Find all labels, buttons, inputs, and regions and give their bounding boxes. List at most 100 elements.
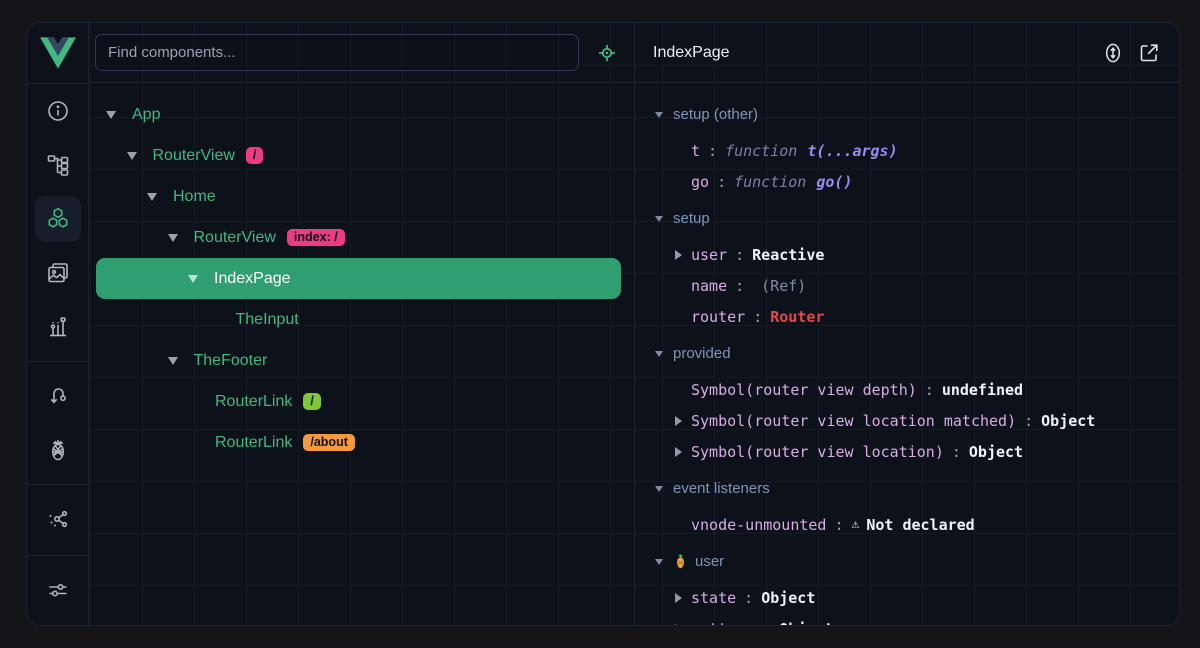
sidebar-item-graph[interactable] (27, 492, 88, 546)
content-body: App RouterView / Home RouterView index: … (89, 83, 1179, 625)
colon: : (735, 246, 744, 264)
collapse-icon[interactable] (127, 152, 137, 160)
settings-sliders-icon (46, 578, 70, 602)
warning-icon: ⚠ (852, 517, 860, 532)
function-signature: go() (816, 173, 852, 191)
levels-icon (46, 315, 70, 339)
tree-row-thefooter[interactable]: TheFooter (89, 340, 634, 381)
expand-icon[interactable] (675, 593, 682, 603)
state-row-symbol-depth[interactable]: Symbol(router view depth) : undefined (635, 374, 1179, 405)
route-badge: index: / (287, 229, 345, 247)
tree-row-routerview[interactable]: RouterView / (89, 135, 634, 176)
tree-row-app[interactable]: App (89, 94, 634, 135)
state-row-vnode-unmounted[interactable]: vnode-unmounted : ⚠ Not declared (635, 509, 1179, 540)
colon: : (952, 443, 961, 461)
external-link-icon (1137, 41, 1161, 65)
collapse-icon[interactable] (655, 216, 663, 222)
devtools-window: IndexPage (26, 22, 1180, 626)
select-component-button[interactable] (596, 42, 618, 64)
collapse-icon[interactable] (168, 234, 178, 242)
target-crosshair-icon (596, 42, 618, 64)
sidebar-item-router[interactable] (27, 369, 88, 423)
state-row-t[interactable]: t : function t(...args) (635, 135, 1179, 166)
expand-icon[interactable] (675, 624, 682, 626)
tree-row-theinput[interactable]: TheInput (89, 299, 634, 340)
tree-row-home[interactable]: Home (89, 176, 634, 217)
collapse-icon[interactable] (147, 193, 157, 201)
state-row-user[interactable]: user : Reactive (635, 239, 1179, 270)
state-row-symbol-location[interactable]: Symbol(router view location) : Object (635, 436, 1179, 467)
colon: : (708, 142, 717, 160)
section-title: provided (673, 345, 731, 362)
components-hexagons-icon (46, 207, 70, 231)
sidebar-item-info[interactable] (27, 84, 88, 138)
search-box[interactable] (95, 34, 579, 71)
collapse-icon[interactable] (106, 111, 116, 119)
state-row-state[interactable]: state : Object (635, 582, 1179, 613)
component-name: RouterView (153, 147, 235, 165)
route-badge: /about (303, 434, 355, 452)
collapse-icon[interactable] (655, 112, 663, 118)
collapse-icon[interactable] (188, 275, 198, 283)
colon: : (744, 589, 753, 607)
sidebar-item-components[interactable] (27, 192, 88, 246)
tree-row-routerview-index[interactable]: RouterView index: / (89, 217, 634, 258)
sidebar-item-pinia[interactable] (27, 423, 88, 477)
state-row-go[interactable]: go : function go() (635, 166, 1179, 197)
open-in-editor-button[interactable] (1137, 41, 1161, 65)
colon: : (925, 381, 934, 399)
function-keyword: function (734, 173, 806, 191)
state-key: user (691, 246, 727, 264)
section-title: event listeners (673, 480, 770, 497)
state-row-name[interactable]: name : (Ref) (635, 270, 1179, 301)
section-title: setup (673, 210, 710, 227)
state-value: Object (761, 589, 815, 607)
sidebar-item-settings[interactable] (27, 563, 88, 617)
pinia-store-icon (673, 554, 688, 569)
sidebar-item-assets[interactable] (27, 300, 88, 354)
state-row-getters[interactable]: getters : Object (635, 613, 1179, 625)
router-hook-icon (46, 384, 70, 408)
state-value: Router (770, 308, 824, 326)
section-provided[interactable]: provided (635, 338, 1179, 369)
state-key: t (691, 142, 700, 160)
sidebar-divider (27, 361, 88, 362)
sidebar-item-component-tree[interactable] (27, 138, 88, 192)
vue-logo-icon (40, 37, 76, 69)
state-key: Symbol(router view location) (691, 443, 944, 461)
collapse-icon[interactable] (655, 486, 663, 492)
search-input[interactable] (108, 44, 566, 61)
section-setup[interactable]: setup (635, 203, 1179, 234)
top-bar: IndexPage (89, 23, 1179, 83)
pinia-pineapple-icon (46, 438, 70, 462)
state-key: Symbol(router view depth) (691, 381, 917, 399)
graph-nodes-icon (46, 507, 70, 531)
expand-icon[interactable] (675, 447, 682, 457)
state-row-router[interactable]: router : Router (635, 301, 1179, 332)
section-setup-other[interactable]: setup (other) (635, 99, 1179, 130)
expand-icon[interactable] (675, 250, 682, 260)
tree-row-indexpage-selected[interactable]: IndexPage (96, 258, 621, 299)
state-value: undefined (942, 381, 1023, 399)
section-event-listeners[interactable]: event listeners (635, 473, 1179, 504)
section-user-store[interactable]: user (635, 546, 1179, 577)
state-key: state (691, 589, 736, 607)
tree-row-routerlink-about[interactable]: RouterLink /about (89, 422, 634, 463)
collapse-icon[interactable] (168, 357, 178, 365)
search-area (89, 23, 634, 82)
colon: : (717, 173, 726, 191)
images-icon (46, 261, 70, 285)
tree-icon (46, 153, 70, 177)
tree-row-routerlink-home[interactable]: RouterLink / (89, 381, 634, 422)
scroll-to-component-button[interactable] (1101, 41, 1125, 65)
state-key: router (691, 308, 745, 326)
collapse-icon[interactable] (655, 351, 663, 357)
state-row-symbol-matched[interactable]: Symbol(router view location matched) : O… (635, 405, 1179, 436)
expand-icon[interactable] (675, 416, 682, 426)
event-key: vnode-unmounted (691, 516, 826, 534)
collapse-icon[interactable] (655, 559, 663, 565)
colon: : (735, 277, 744, 295)
sidebar-divider (27, 484, 88, 485)
sidebar-item-pages[interactable] (27, 246, 88, 300)
inspected-component-title: IndexPage (653, 44, 730, 62)
